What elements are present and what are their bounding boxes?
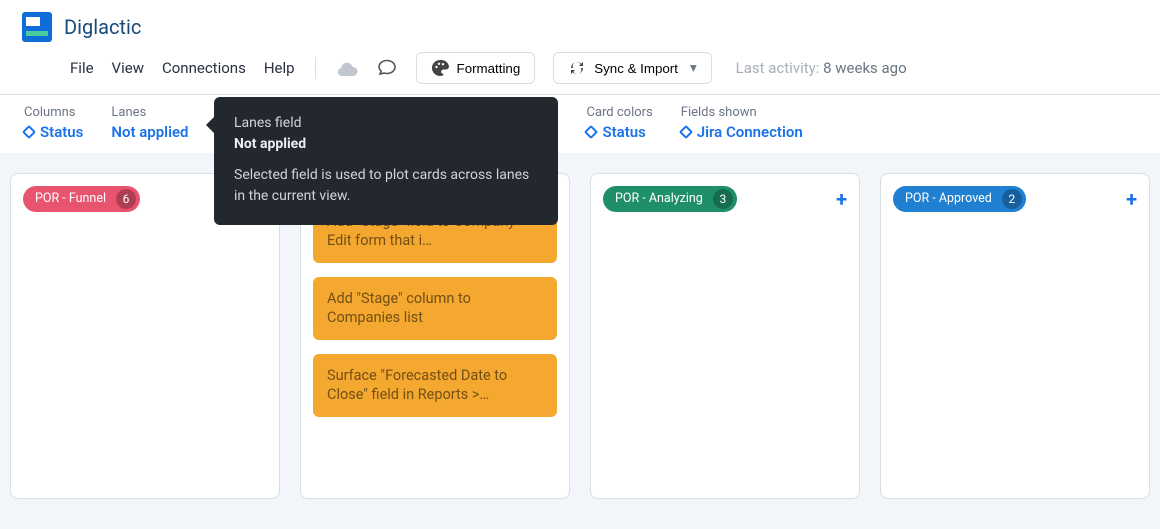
sync-import-button[interactable]: Sync & Import ▾ xyxy=(553,52,711,84)
column-count: 6 xyxy=(116,189,136,209)
card[interactable]: Surface "Forecasted Date to Close" field… xyxy=(313,354,557,417)
cloud-icon[interactable] xyxy=(336,57,358,79)
last-activity: Last activity: 8 weeks ago xyxy=(736,59,907,77)
config-columns[interactable]: Columns Status xyxy=(24,105,83,141)
menubar: File View Connections Help Formatting Sy… xyxy=(0,42,1160,95)
config-lanes-value: Not applied xyxy=(111,123,188,141)
app-name: Diglactic xyxy=(64,15,141,39)
last-activity-value: 8 weeks ago xyxy=(823,59,907,77)
palette-icon xyxy=(431,59,449,77)
card[interactable]: Add "Stage" column to Companies list xyxy=(313,277,557,340)
menu-divider xyxy=(315,57,316,79)
sync-import-label: Sync & Import xyxy=(594,61,678,76)
column-title: POR - Analyzing xyxy=(615,191,703,206)
config-card-colors[interactable]: Card colors Status xyxy=(586,105,652,141)
config-fields-shown-value: Jira Connection xyxy=(697,123,803,141)
menu-file[interactable]: File xyxy=(70,59,94,77)
config-lanes-label: Lanes xyxy=(111,105,188,121)
menu-view[interactable]: View xyxy=(112,59,144,77)
column-pill[interactable]: POR - Funnel 6 xyxy=(23,186,140,212)
column-title: POR - Funnel xyxy=(35,191,106,206)
column-header: POR - Analyzing 3 + xyxy=(603,186,847,212)
board-column: POR - Approved 2 + xyxy=(880,173,1150,499)
lanes-tooltip: Lanes field Not applied Selected field i… xyxy=(214,97,558,225)
config-card-colors-value: Status xyxy=(602,123,645,141)
column-pill[interactable]: POR - Approved 2 xyxy=(893,186,1026,212)
config-fields-shown[interactable]: Fields shown Jira Connection xyxy=(681,105,803,141)
config-fields-shown-label: Fields shown xyxy=(681,105,803,121)
sync-icon xyxy=(568,59,586,77)
add-card-button[interactable]: + xyxy=(1126,189,1137,209)
last-activity-label: Last activity: xyxy=(736,59,820,77)
config-card-colors-label: Card colors xyxy=(586,105,652,121)
tooltip-body: Selected field is used to plot cards acr… xyxy=(234,165,538,207)
config-columns-value: Status xyxy=(40,123,83,141)
config-columns-label: Columns xyxy=(24,105,83,121)
diamond-icon xyxy=(22,125,36,139)
diamond-icon xyxy=(679,125,693,139)
column-count: 2 xyxy=(1002,189,1022,209)
formatting-button[interactable]: Formatting xyxy=(416,52,536,84)
column-count: 3 xyxy=(713,189,733,209)
column-pill[interactable]: POR - Analyzing 3 xyxy=(603,186,737,212)
tooltip-value: Not applied xyxy=(234,134,538,155)
board: POR - Funnel6Add "Stage" field to Compan… xyxy=(0,153,1160,529)
column-header: POR - Approved 2 + xyxy=(893,186,1137,212)
menu-help[interactable]: Help xyxy=(264,59,295,77)
config-lanes[interactable]: Lanes Not applied xyxy=(111,105,188,141)
app-logo xyxy=(22,12,52,42)
board-column: POR - Analyzing 3 + xyxy=(590,173,860,499)
menu-connections[interactable]: Connections xyxy=(162,59,246,77)
chevron-down-icon: ▾ xyxy=(690,60,697,76)
formatting-label: Formatting xyxy=(457,61,521,76)
column-title: POR - Approved xyxy=(905,191,992,206)
config-row: Columns Status Lanes Not applied Card co… xyxy=(0,95,1160,153)
tooltip-label: Lanes field xyxy=(234,113,538,134)
chat-icon[interactable] xyxy=(376,57,398,79)
add-card-button[interactable]: + xyxy=(836,189,847,209)
diamond-icon xyxy=(584,125,598,139)
